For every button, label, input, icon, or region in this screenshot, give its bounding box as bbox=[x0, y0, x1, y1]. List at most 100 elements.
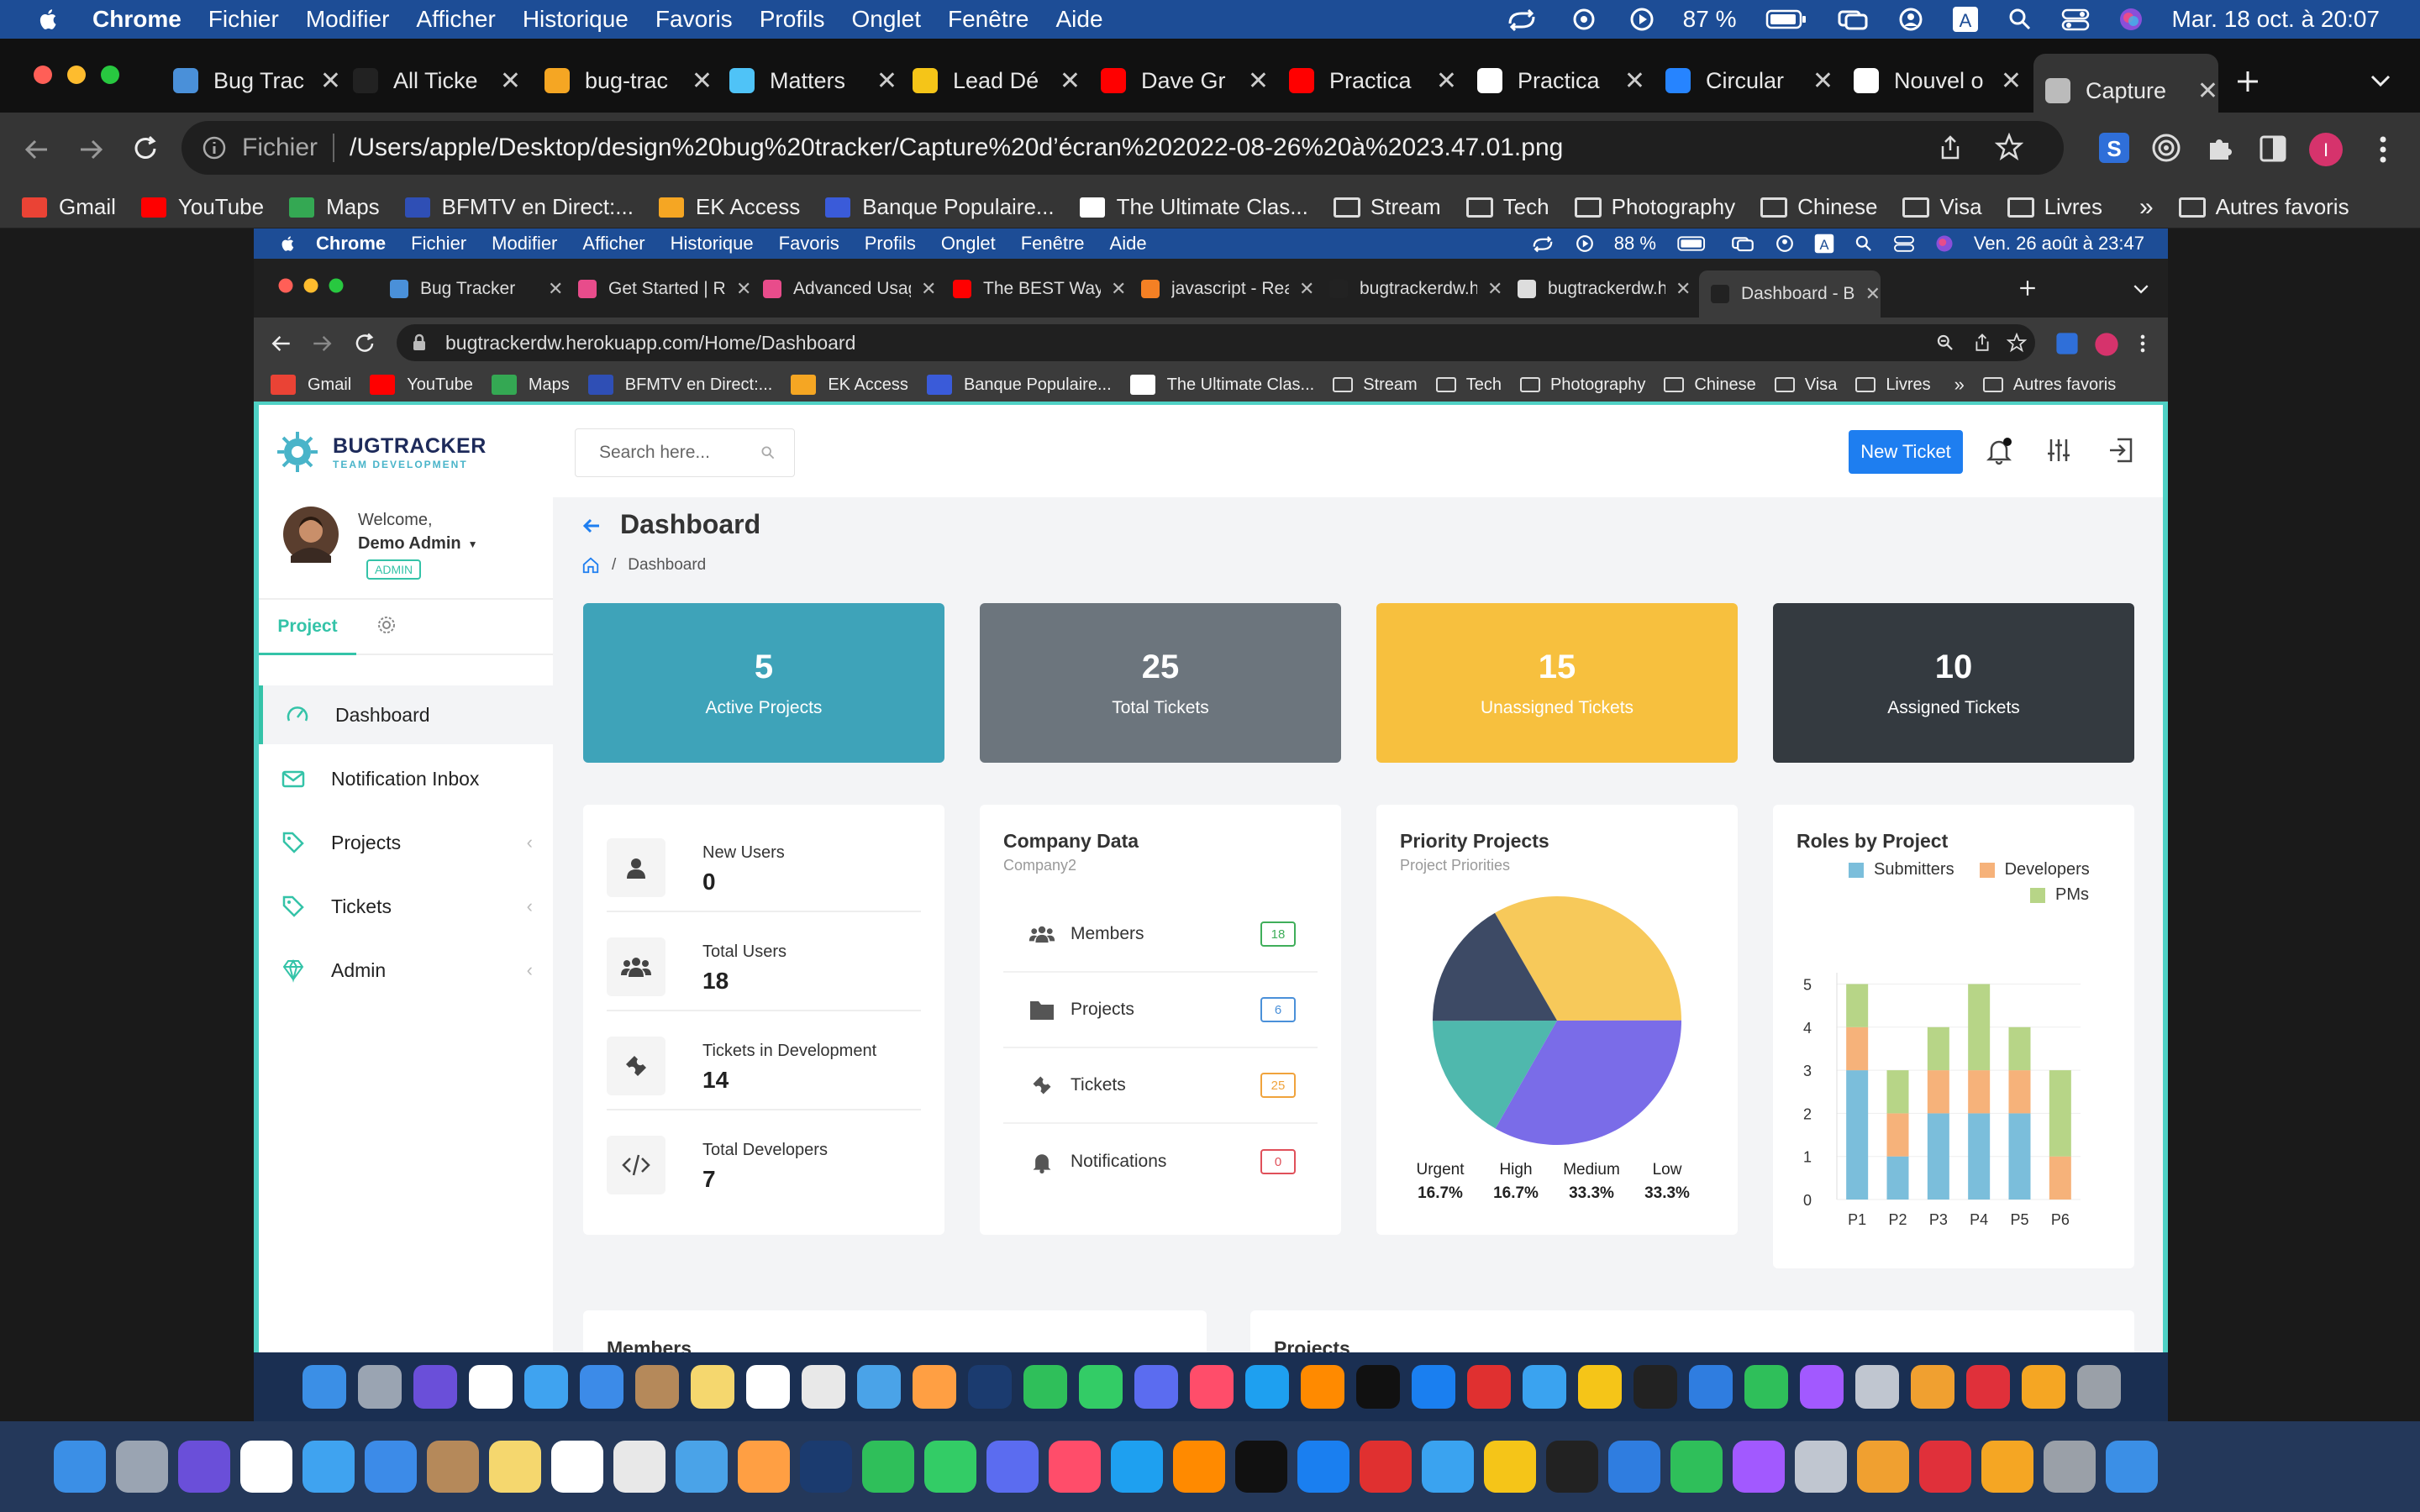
bar-submitters-p5[interactable] bbox=[2008, 1113, 2031, 1200]
browser-tab[interactable]: Practica ✕ bbox=[1289, 54, 1457, 108]
sync-status-icon[interactable] bbox=[1505, 7, 1539, 32]
extension-target-icon[interactable] bbox=[2151, 133, 2181, 163]
spotlight-search-icon[interactable] bbox=[2007, 7, 2033, 32]
dock-app-icon[interactable] bbox=[1173, 1441, 1225, 1493]
sidebar-item-dashboard[interactable]: Dashboard bbox=[259, 685, 553, 744]
dock-app-icon[interactable] bbox=[551, 1441, 603, 1493]
menu-app-name[interactable]: Chrome bbox=[92, 6, 182, 33]
sidebar-item-admin[interactable]: Admin ‹ bbox=[259, 941, 553, 1000]
dock-app-icon[interactable] bbox=[489, 1441, 541, 1493]
close-tab-icon[interactable]: ✕ bbox=[876, 66, 897, 96]
user-account-icon[interactable] bbox=[1898, 7, 1923, 32]
dock-app-icon[interactable] bbox=[676, 1441, 728, 1493]
bookmark-folder-livres[interactable]: Livres bbox=[2007, 194, 2102, 220]
bar-developers-p6[interactable] bbox=[2049, 1156, 2071, 1200]
avatar[interactable] bbox=[282, 506, 339, 563]
control-center-icon[interactable] bbox=[2061, 7, 2090, 32]
bookmark-folder-chinese[interactable]: Chinese bbox=[1760, 194, 1877, 220]
bar-developers-p3[interactable] bbox=[1927, 1070, 1949, 1114]
browser-tab[interactable]: Circular ✕ bbox=[1665, 54, 1833, 108]
window-traffic-lights[interactable] bbox=[32, 64, 124, 86]
dock-app-icon[interactable] bbox=[1360, 1441, 1412, 1493]
bar-submitters-p1[interactable] bbox=[1846, 1070, 1869, 1200]
bookmark-the-ultimate-clas[interactable]: The Ultimate Clas... bbox=[1079, 194, 1308, 220]
bookmark-folder-tech[interactable]: Tech bbox=[1465, 194, 1549, 220]
dock-app-icon[interactable] bbox=[1422, 1441, 1474, 1493]
dock-app-icon[interactable] bbox=[924, 1441, 976, 1493]
search-input[interactable]: Search here... bbox=[575, 428, 795, 477]
outer-url-text[interactable]: /Users/apple/Desktop/design%20bug%20trac… bbox=[350, 134, 1563, 162]
info-circle-icon[interactable] bbox=[202, 135, 227, 160]
new-tab-plus-icon[interactable] bbox=[2235, 69, 2260, 94]
roles-bar-chart[interactable]: 0 1 2 3 4 5 P1 P2 P3 P4 P5 P6 bbox=[1786, 914, 2123, 1250]
dock-app-icon[interactable] bbox=[862, 1441, 914, 1493]
menubar-clock[interactable]: Mar. 18 oct. à 20:07 bbox=[2172, 6, 2381, 33]
app-logo[interactable]: BUGTRACKER TEAM DEVELOPMENT bbox=[274, 427, 492, 477]
new-ticket-button[interactable]: New Ticket bbox=[1849, 430, 1963, 474]
bar-pms-p5[interactable] bbox=[2008, 1026, 2031, 1071]
browser-tab[interactable]: All Ticke ✕ bbox=[353, 54, 521, 108]
dock-app-icon[interactable] bbox=[738, 1441, 790, 1493]
dock-app-icon[interactable] bbox=[1484, 1441, 1536, 1493]
menu-onglet[interactable]: Onglet bbox=[851, 6, 921, 33]
bar-developers-p5[interactable] bbox=[2008, 1070, 2031, 1114]
battery-icon[interactable] bbox=[1765, 8, 1807, 30]
close-tab-icon[interactable]: ✕ bbox=[2197, 76, 2218, 106]
outer-address-bar[interactable]: Fichier /Users/apple/Desktop/design%20bu… bbox=[182, 121, 2064, 175]
dock-app-icon[interactable] bbox=[1919, 1441, 1971, 1493]
bookmark-banque-populaire[interactable]: Banque Populaire... bbox=[825, 194, 1055, 220]
home-icon[interactable] bbox=[581, 556, 600, 575]
sidebar-item-tickets[interactable]: Tickets ‹ bbox=[259, 877, 553, 936]
dock-app-icon[interactable] bbox=[1297, 1441, 1349, 1493]
legend-pms[interactable]: PMs bbox=[2030, 885, 2089, 905]
dock-app-icon[interactable] bbox=[1857, 1441, 1909, 1493]
company-row-projects[interactable]: Projects 6 bbox=[1003, 973, 1318, 1048]
dock-app-icon[interactable] bbox=[302, 1441, 355, 1493]
bookmark-bfmtv-en-direct[interactable]: BFMTV en Direct:... bbox=[404, 194, 634, 220]
dock-app-icon[interactable] bbox=[1235, 1441, 1287, 1493]
dock-app-icon[interactable] bbox=[1670, 1441, 1723, 1493]
menu-fichier[interactable]: Fichier bbox=[208, 6, 279, 33]
apple-logo-icon[interactable] bbox=[30, 7, 67, 32]
share-icon[interactable] bbox=[1938, 134, 1963, 161]
dock-app-icon[interactable] bbox=[54, 1441, 106, 1493]
stat-card-unassigned-tickets[interactable]: 15 Unassigned Tickets bbox=[1376, 603, 1738, 763]
stat-card-total-tickets[interactable]: 25 Total Tickets bbox=[980, 603, 1341, 763]
bookmark-ek-access[interactable]: EK Access bbox=[658, 194, 800, 220]
dock-app-icon[interactable] bbox=[1608, 1441, 1660, 1493]
sidebar-item-projects[interactable]: Projects ‹ bbox=[259, 813, 553, 872]
menu-afficher[interactable]: Afficher bbox=[416, 6, 495, 33]
dock-app-icon[interactable] bbox=[116, 1441, 168, 1493]
menu-modifier[interactable]: Modifier bbox=[306, 6, 390, 33]
browser-tab[interactable]: Lead Dé ✕ bbox=[913, 54, 1081, 108]
priority-pie-chart[interactable] bbox=[1427, 890, 1687, 1151]
logout-icon[interactable] bbox=[2107, 437, 2134, 464]
menu-historique[interactable]: Historique bbox=[523, 6, 629, 33]
siri-icon[interactable] bbox=[2118, 7, 2144, 32]
dock-app-icon[interactable] bbox=[2044, 1441, 2096, 1493]
close-tab-icon[interactable]: ✕ bbox=[1248, 66, 1269, 96]
close-tab-icon[interactable]: ✕ bbox=[692, 66, 713, 96]
bookmark-folder-visa[interactable]: Visa bbox=[1902, 194, 1982, 220]
back-arrow-icon[interactable] bbox=[24, 136, 50, 163]
extension-s-icon[interactable]: S bbox=[2097, 131, 2131, 165]
dock-app-icon[interactable] bbox=[1111, 1441, 1163, 1493]
dock-app-icon[interactable] bbox=[613, 1441, 666, 1493]
dock-app-icon[interactable] bbox=[178, 1441, 230, 1493]
forward-arrow-icon[interactable] bbox=[77, 136, 104, 163]
bar-pms-p4[interactable] bbox=[1968, 984, 1991, 1071]
close-tab-icon[interactable]: ✕ bbox=[2001, 66, 2022, 96]
tab-project[interactable]: Project bbox=[259, 600, 356, 655]
bar-submitters-p3[interactable] bbox=[1927, 1113, 1949, 1200]
bookmark-gmail[interactable]: Gmail bbox=[22, 194, 116, 220]
close-tab-icon[interactable]: ✕ bbox=[320, 66, 341, 96]
bell-notification-icon[interactable] bbox=[1985, 437, 2013, 465]
side-panel-icon[interactable] bbox=[2259, 134, 2287, 163]
close-tab-icon[interactable]: ✕ bbox=[1060, 66, 1081, 96]
bookmarks-overflow-chevron-icon[interactable]: » bbox=[2139, 193, 2154, 222]
profile-avatar-icon[interactable]: I bbox=[2307, 131, 2344, 168]
dock-app-icon[interactable] bbox=[1795, 1441, 1847, 1493]
browser-tab[interactable]: Practica ✕ bbox=[1477, 54, 1645, 108]
dock-app-icon[interactable] bbox=[800, 1441, 852, 1493]
input-source-icon[interactable]: A bbox=[1952, 6, 1979, 33]
